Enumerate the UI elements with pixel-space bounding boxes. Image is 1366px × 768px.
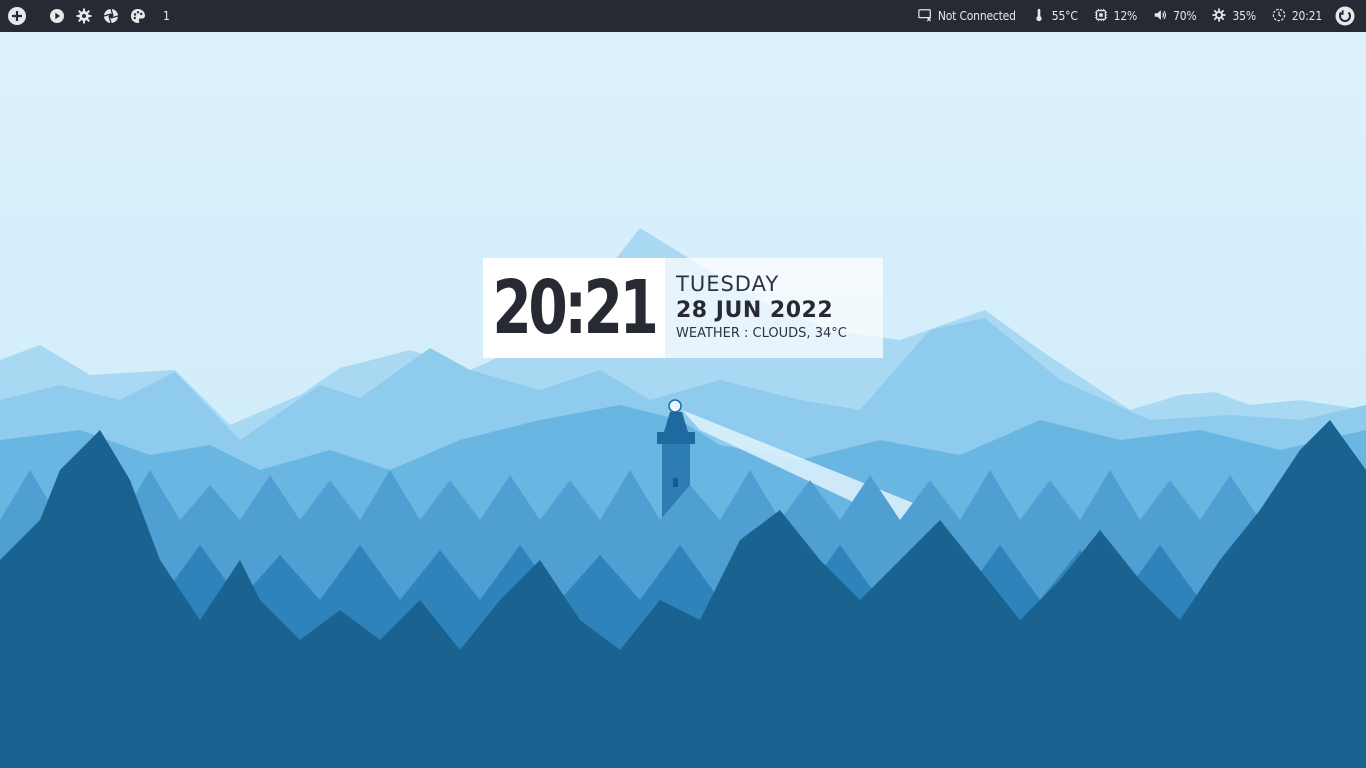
clock-widget: 20:21 TUESDAY 28 JUN 2022 WEATHER : CLOU… [483, 258, 883, 358]
clock-icon [1272, 8, 1292, 25]
power-icon[interactable] [1334, 5, 1356, 27]
cpu-icon [1094, 8, 1114, 25]
clock-status[interactable]: 20:21 [1272, 8, 1322, 25]
clock-time: 20:21 [492, 265, 659, 351]
date-label: 28 JUN 2022 [676, 298, 834, 323]
plus-icon[interactable] [6, 5, 28, 27]
panel-right-group: Not Connected 55°C 12% 70% 35% 20:21 [902, 0, 1356, 32]
temperature-status[interactable]: 55°C [1032, 8, 1078, 25]
cpu-value: 12% [1113, 9, 1138, 23]
play-icon[interactable] [46, 5, 68, 27]
thermometer-icon [1032, 8, 1052, 25]
clock-value: 20:21 [1291, 9, 1322, 23]
network-label: Not Connected [937, 9, 1016, 23]
monitor-x-icon [918, 8, 938, 25]
network-status[interactable]: Not Connected [918, 8, 1016, 25]
palette-icon[interactable] [127, 5, 149, 27]
clock-time-panel: 20:21 [483, 258, 665, 358]
gear-icon[interactable] [73, 5, 95, 27]
speaker-icon [1153, 8, 1173, 25]
brightness-status[interactable]: 35% [1212, 7, 1256, 25]
aperture-icon[interactable] [100, 5, 122, 27]
weather-label: WEATHER : CLOUDS, 34°C [676, 326, 847, 341]
workspace-indicator[interactable]: 1 [163, 9, 170, 23]
cpu-status[interactable]: 12% [1094, 8, 1137, 25]
desktop-wallpaper [0, 0, 1366, 768]
day-label: TUESDAY [676, 272, 780, 296]
temperature-value: 55°C [1051, 9, 1078, 23]
brightness-value: 35% [1232, 9, 1256, 23]
top-panel: 1 Not Connected 55°C 12% 70% 35% 20:21 [0, 0, 1366, 32]
volume-value: 70% [1173, 9, 1197, 23]
clock-info-panel: TUESDAY 28 JUN 2022 WEATHER : CLOUDS, 34… [665, 258, 883, 358]
panel-left-group: 1 [6, 0, 170, 32]
volume-status[interactable]: 70% [1153, 8, 1197, 25]
brightness-icon [1212, 7, 1232, 25]
